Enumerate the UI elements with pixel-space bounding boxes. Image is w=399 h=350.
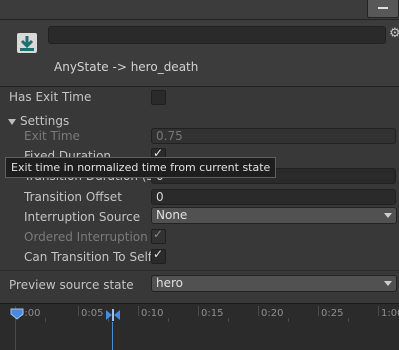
state-name-field[interactable]	[48, 26, 386, 44]
timeline-tick-label: 1:00	[381, 308, 399, 319]
interruption-source-label: Interruption Source	[24, 210, 141, 224]
exit-time-tooltip: Exit time in normalized time from curren…	[5, 157, 277, 178]
settings-foldout[interactable]: Settings	[8, 114, 69, 128]
timeline-tick-label: 0:05	[81, 308, 104, 319]
preview-source-state-value: hero	[156, 276, 183, 290]
dropdown-arrow-icon	[384, 281, 392, 286]
exit-time-label: Exit Time	[24, 129, 80, 143]
state-transition-icon	[16, 32, 38, 54]
preview-source-state-label: Preview source state	[9, 278, 134, 292]
inspector-top-strip	[0, 0, 399, 20]
transition-offset-label: Transition Offset	[24, 190, 122, 204]
ordered-interruption-label: Ordered Interruption	[24, 230, 148, 244]
timeline-minor-tick	[288, 318, 289, 322]
foldout-arrow-icon	[8, 118, 16, 125]
has-exit-time-checkbox[interactable]	[151, 90, 166, 105]
exit-time-field[interactable]: 0.75	[151, 128, 396, 144]
gear-icon[interactable]: ⚙	[389, 26, 399, 41]
timeline-tick-label: 0:15	[201, 308, 224, 319]
settings-label: Settings	[20, 114, 70, 128]
transition-offset-field[interactable]: 0	[151, 189, 396, 205]
interruption-source-value: None	[156, 208, 188, 222]
timeline-minor-tick	[45, 318, 46, 322]
menu-icon[interactable]	[367, 0, 399, 18]
timeline-tick-label: 0:25	[321, 308, 344, 319]
timeline-minor-tick	[228, 318, 229, 322]
timeline-tick	[138, 306, 139, 316]
transition-title: AnyState -> hero_death	[54, 60, 199, 74]
timeline-playhead	[112, 322, 113, 350]
timeline-tick	[378, 306, 379, 316]
timeline-tick	[78, 306, 79, 316]
interruption-source-dropdown[interactable]: None	[151, 207, 397, 224]
timeline-minor-tick	[168, 318, 169, 322]
preview-source-state-dropdown[interactable]: hero	[151, 275, 397, 292]
timeline-tick-label: 0:10	[141, 308, 164, 319]
timeline-minor-tick	[348, 318, 349, 322]
timeline-tick-label: 0:20	[261, 308, 284, 319]
can-transition-to-self-checkbox[interactable]	[151, 247, 166, 264]
can-transition-to-self-label: Can Transition To Self	[24, 250, 153, 264]
timeline-transition-marker-icon[interactable]	[104, 308, 122, 322]
timeline-start-marker-icon[interactable]	[10, 308, 24, 320]
divider	[0, 270, 399, 271]
timeline-tick	[198, 306, 199, 316]
timeline-tick	[258, 306, 259, 316]
dropdown-arrow-icon	[384, 213, 392, 218]
has-exit-time-label: Has Exit Time	[9, 90, 92, 104]
transition-timeline[interactable]: 0:00 0:05 0:10 0:15 0:20 0:25 1:00	[0, 303, 399, 350]
ordered-interruption-checkbox[interactable]	[151, 227, 166, 244]
timeline-tick	[318, 306, 319, 316]
